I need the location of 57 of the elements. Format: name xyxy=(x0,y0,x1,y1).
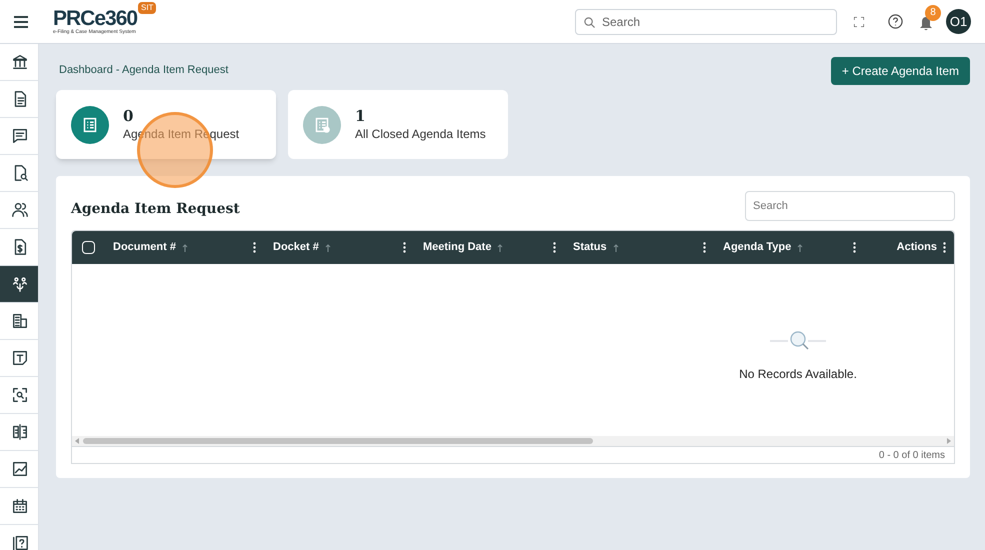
column-title: Docket # xyxy=(273,240,319,256)
fullscreen-icon[interactable] xyxy=(854,16,864,26)
sort-icon[interactable] xyxy=(497,244,504,252)
sidebar-icon xyxy=(11,127,29,145)
empty-message: No Records Available. xyxy=(739,366,857,383)
card-count: 0 xyxy=(123,106,134,124)
sidebar-icon xyxy=(11,275,29,293)
column-menu-icon[interactable] xyxy=(403,242,406,253)
sidebar-icon xyxy=(11,497,29,515)
card-count: 1 xyxy=(355,106,366,124)
sort-icon[interactable] xyxy=(612,244,619,252)
sidebar-icon xyxy=(11,534,29,550)
column-menu-icon[interactable] xyxy=(253,242,256,253)
column-title: Document # xyxy=(113,240,176,256)
column-header[interactable]: Status xyxy=(564,231,714,264)
create-agenda-item-button[interactable]: + Create Agenda Item xyxy=(830,56,970,84)
table-search-field[interactable]: Search xyxy=(745,191,955,221)
menu-icon[interactable] xyxy=(14,16,28,28)
sidebar-icon xyxy=(11,312,29,330)
column-title: Meeting Date xyxy=(423,240,492,256)
column-title: Status xyxy=(573,240,607,256)
panel-title: Agenda Item Request xyxy=(71,200,240,218)
sort-icon[interactable] xyxy=(324,244,331,252)
sidebar-icon xyxy=(11,423,29,441)
column-menu-icon[interactable] xyxy=(943,242,946,253)
sidebar-icon xyxy=(11,386,29,404)
column-header[interactable]: Document # xyxy=(104,231,264,264)
sidebar-icon xyxy=(11,460,29,478)
bell-icon[interactable] xyxy=(920,16,932,30)
column-title: Actions xyxy=(896,240,937,256)
search-field[interactable]: Search xyxy=(575,8,837,34)
help-icon[interactable] xyxy=(888,14,903,29)
sort-icon[interactable] xyxy=(797,244,804,252)
sort-icon[interactable] xyxy=(182,244,188,252)
breadcrumb: Dashboard - Agenda Item Request xyxy=(59,63,228,78)
user-avatar[interactable]: O1 xyxy=(946,9,971,34)
select-all-checkbox[interactable] xyxy=(82,241,94,254)
search-icon xyxy=(584,16,595,28)
sidebar-icon xyxy=(11,349,29,367)
logo: PRCe360 xyxy=(53,8,138,30)
column-header[interactable]: Actions xyxy=(864,231,954,264)
pager-info: 0 - 0 of 0 items xyxy=(878,448,945,462)
sidebar-item[interactable] xyxy=(0,266,38,303)
sidebar-icon xyxy=(11,53,29,71)
column-menu-icon[interactable] xyxy=(553,242,556,253)
column-header[interactable]: Docket # xyxy=(264,231,414,264)
column-header[interactable]: Agenda Type xyxy=(714,231,864,264)
column-menu-icon[interactable] xyxy=(703,242,706,253)
environment-badge: SIT xyxy=(138,2,156,14)
card-label: All Closed Agenda Items xyxy=(355,126,486,142)
sidebar-icon xyxy=(11,201,29,219)
column-title: Agenda Type xyxy=(723,240,792,256)
column-header[interactable]: Meeting Date xyxy=(414,231,564,264)
notification-badge: 8 xyxy=(925,4,941,20)
column-menu-icon[interactable] xyxy=(853,242,856,253)
horizontal-scrollbar[interactable] xyxy=(72,436,954,446)
summary-card[interactable]: 1 All Closed Agenda Items xyxy=(288,90,508,159)
